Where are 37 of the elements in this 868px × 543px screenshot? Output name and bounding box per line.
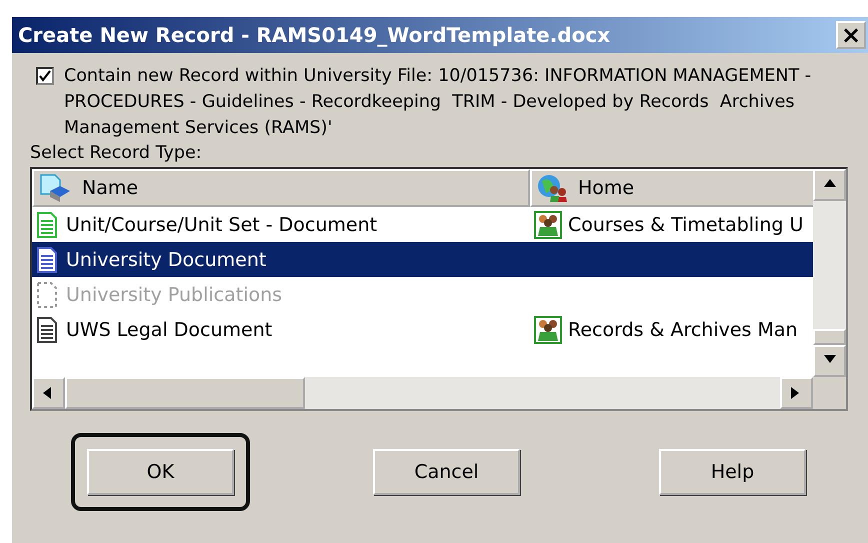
dialog-button[interactable]: Cancel bbox=[373, 449, 520, 495]
vertical-scrollbar[interactable] bbox=[813, 169, 846, 377]
check-icon bbox=[39, 70, 51, 82]
scroll-thumb[interactable] bbox=[65, 377, 305, 409]
home-name: Records & Archives Man bbox=[568, 318, 798, 340]
scroll-down-button[interactable] bbox=[813, 345, 846, 377]
document-icon bbox=[36, 246, 58, 272]
scroll-up-button[interactable] bbox=[813, 169, 846, 201]
column-header[interactable]: Home bbox=[530, 169, 813, 207]
globe-people-icon bbox=[536, 173, 568, 203]
column-header[interactable]: Name bbox=[32, 169, 530, 207]
record-type-name: UWS Legal Document bbox=[66, 318, 272, 340]
scroll-right-button[interactable] bbox=[780, 377, 813, 409]
list-label: Select Record Type: bbox=[30, 142, 203, 165]
contain-checkbox[interactable] bbox=[36, 67, 54, 85]
scrollbar-corner bbox=[813, 377, 846, 409]
window-title: Create New Record - RAMS0149_WordTemplate.docx bbox=[18, 23, 610, 47]
checkbox-label: Contain new Record within University File: 10/015736: INFORMATION MANAGEMENT - PROCEDURES - Guidelines - Recordkeeping TRIM - Developed by Records Archives Management Services (RAMS)' bbox=[64, 65, 812, 140]
people-icon bbox=[534, 210, 562, 238]
people-icon bbox=[534, 316, 562, 344]
scroll-thumb[interactable] bbox=[813, 329, 846, 345]
document-stack-icon bbox=[38, 173, 72, 203]
horizontal-scrollbar[interactable] bbox=[32, 377, 813, 409]
document-icon bbox=[36, 212, 58, 238]
scroll-left-button[interactable] bbox=[32, 377, 65, 409]
dialog-button[interactable]: OK bbox=[87, 449, 234, 495]
document-icon bbox=[36, 316, 58, 342]
close-button[interactable]: × bbox=[836, 21, 866, 49]
record-type-name: Unit/Course/Unit Set - Document bbox=[66, 214, 378, 236]
home-name: Courses & Timetabling U bbox=[568, 214, 804, 236]
record-type-name: University Publications bbox=[66, 284, 282, 306]
record-type-name: University Document bbox=[66, 248, 266, 270]
column-title: Name bbox=[82, 177, 138, 199]
list-row[interactable]: University Document bbox=[32, 242, 813, 277]
column-title: Home bbox=[578, 177, 634, 199]
dashed-document-icon bbox=[36, 282, 58, 308]
dialog-button[interactable]: Help bbox=[659, 449, 806, 495]
